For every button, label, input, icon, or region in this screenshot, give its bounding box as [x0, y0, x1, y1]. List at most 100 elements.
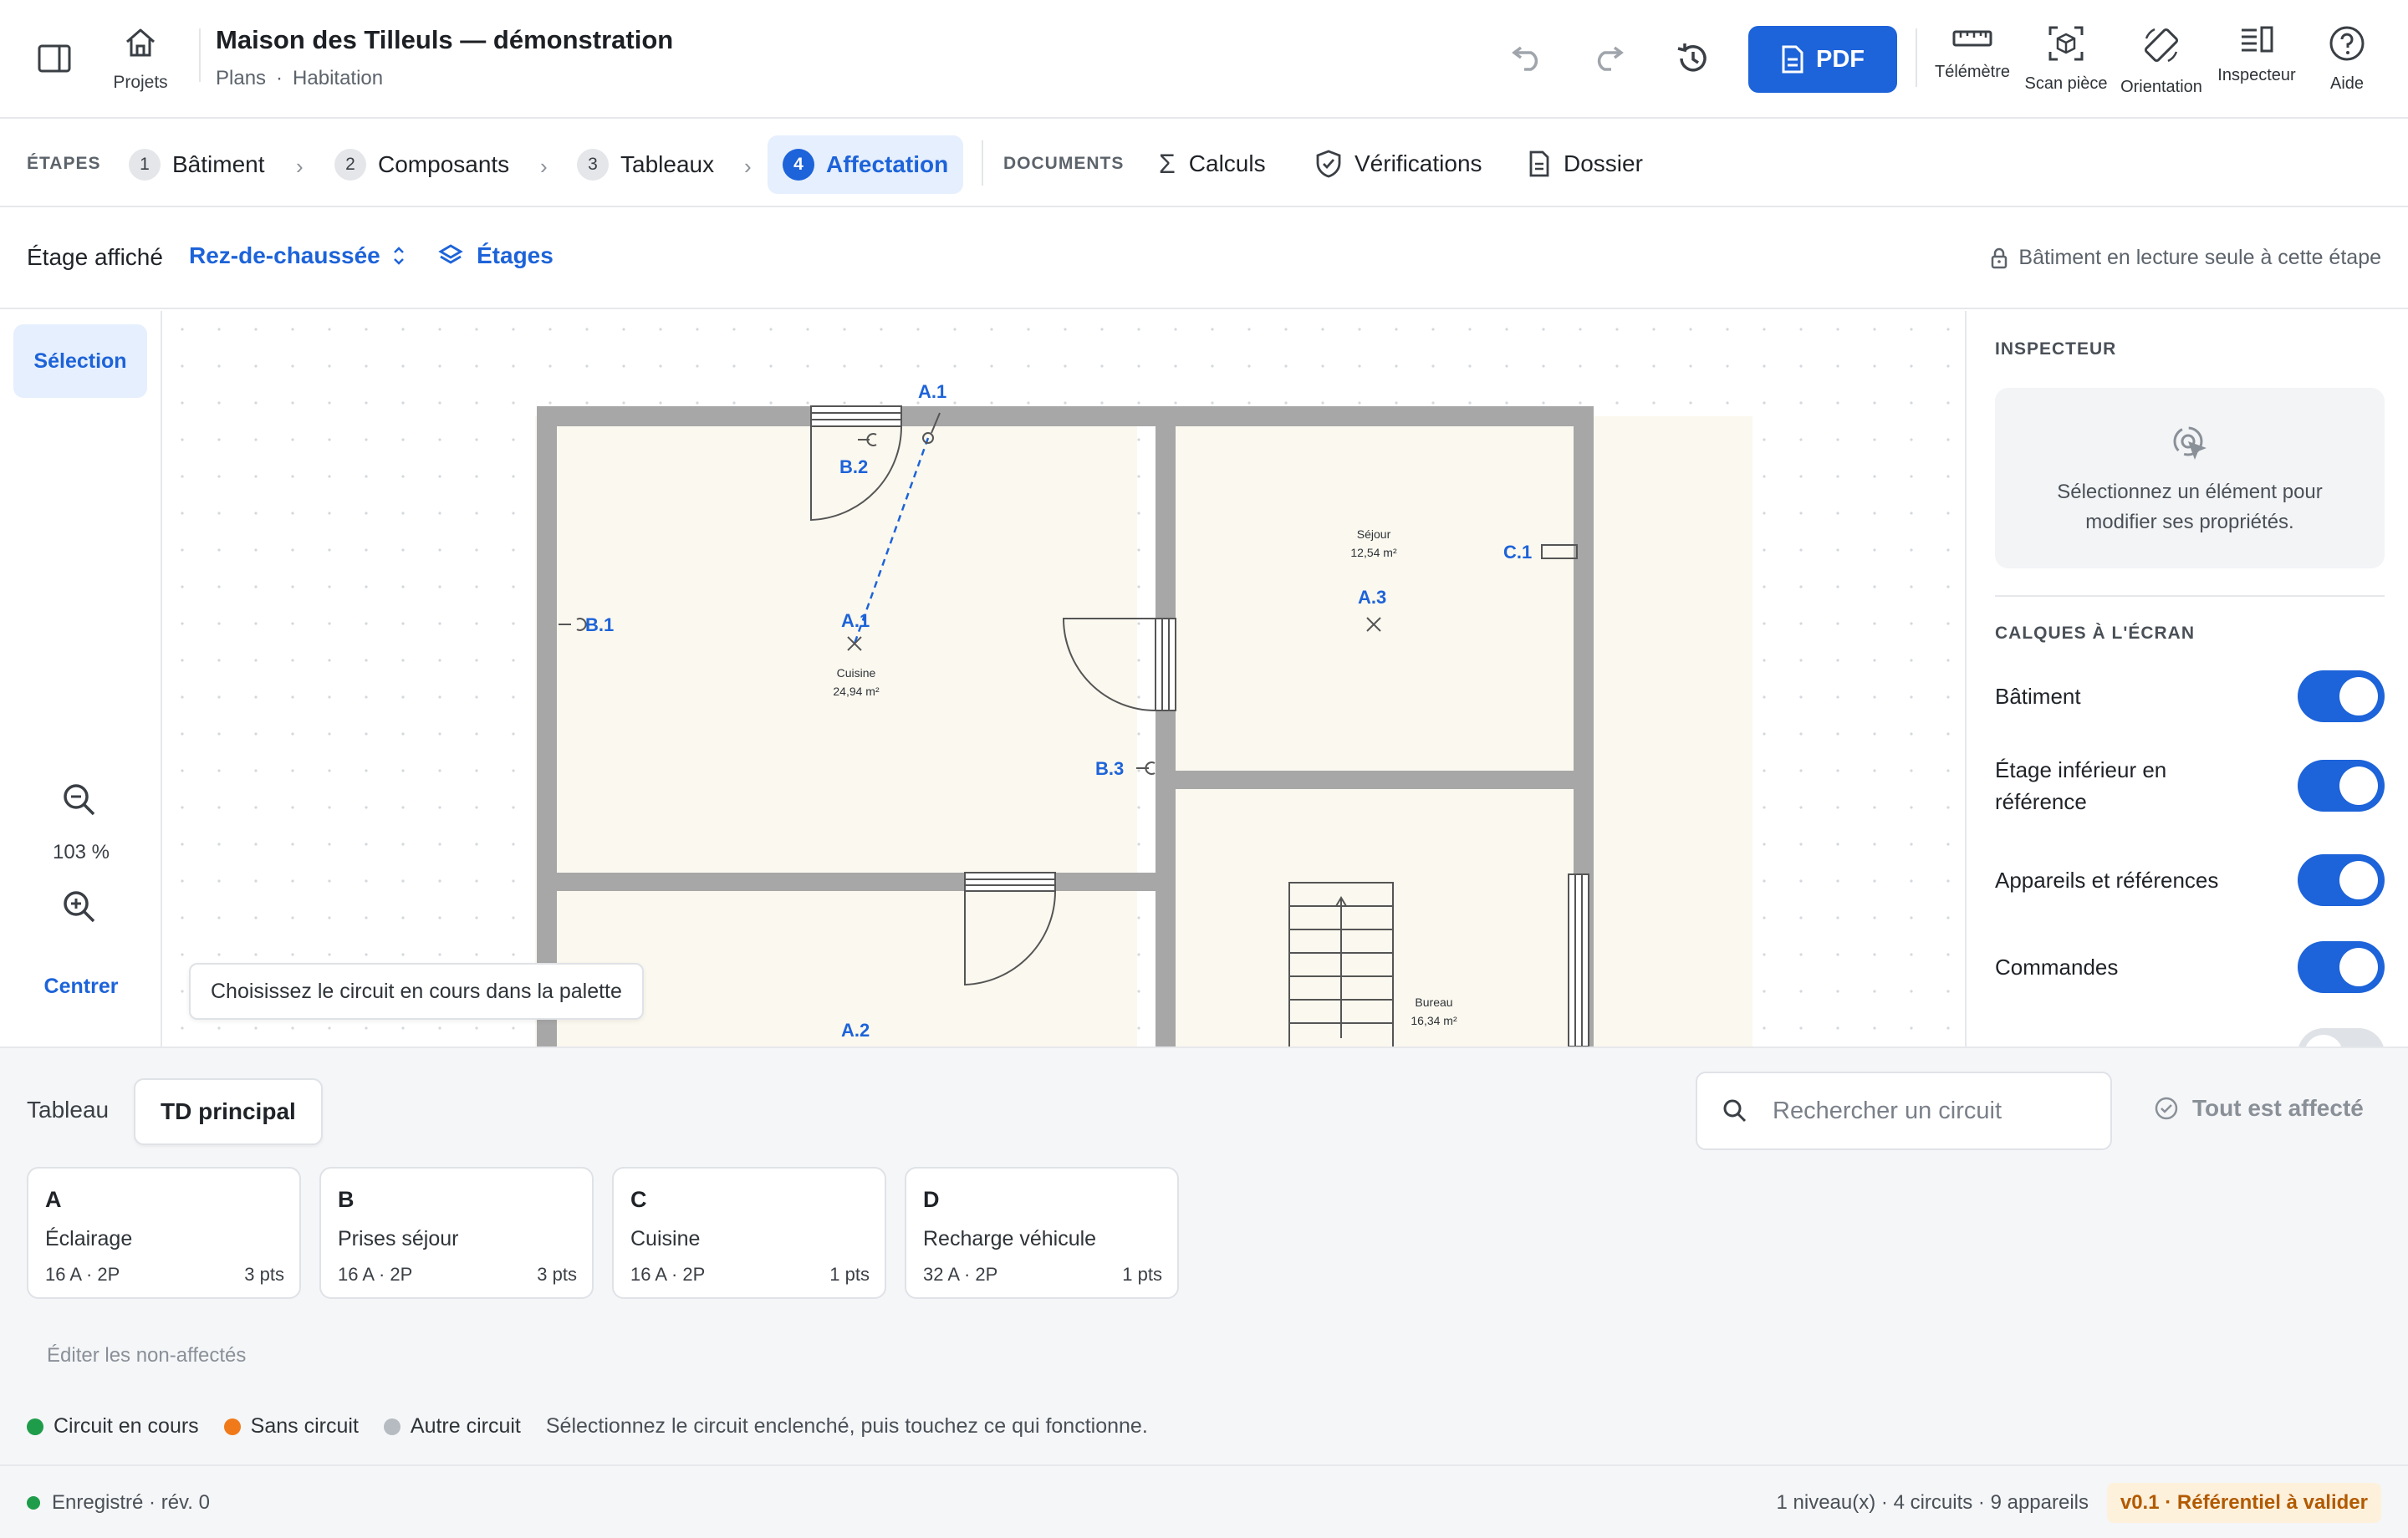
floor-plan-canvas[interactable]: Cuisine 24,94 m² Séjour 12,54 m² Bureau … — [164, 311, 1965, 1047]
circuit-card-d[interactable]: D Recharge véhicule 32 A · 2P 1 pts — [905, 1167, 1179, 1299]
doc-label: Vérifications — [1354, 150, 1482, 176]
search-icon — [1723, 1099, 1747, 1123]
layer-toggle[interactable] — [2298, 941, 2385, 993]
tool-room-scan[interactable]: Scan pièce — [2017, 25, 2115, 94]
doc-verifications[interactable]: Vérifications — [1316, 142, 1482, 186]
room-name: Bureau — [1415, 996, 1452, 1009]
tool-inspector[interactable]: Inspecteur — [2207, 25, 2306, 85]
zoom-out-button[interactable] — [60, 781, 99, 823]
history-button[interactable] — [1668, 33, 1718, 84]
center-view-button[interactable]: Centrer — [0, 975, 162, 999]
sidebar-toggle-button[interactable] — [32, 38, 77, 79]
documents-label: DOCUMENTS — [1003, 154, 1125, 173]
legend-help-text: Sélectionnez le circuit enclenché, puis … — [545, 1414, 1148, 1438]
breadcrumb: Plans · Habitation — [216, 67, 384, 89]
zoom-in-button[interactable] — [60, 888, 99, 930]
legend-dot — [27, 1418, 43, 1435]
edit-unassigned-link[interactable]: Éditer les non-affectés — [47, 1344, 246, 1367]
step-label: Tableaux — [620, 151, 715, 177]
circuit-letter: B — [338, 1187, 355, 1212]
document-icon — [1782, 45, 1803, 74]
tool-orientation[interactable]: Orientation — [2112, 25, 2211, 97]
step-composants[interactable]: 2 Composants — [319, 135, 524, 194]
circuit-card-b[interactable]: B Prises séjour 16 A · 2P 3 pts — [319, 1167, 594, 1299]
board-label: Tableau — [27, 1097, 110, 1123]
floor-plan: Cuisine 24,94 m² Séjour 12,54 m² Bureau … — [535, 381, 1752, 1047]
divider — [1916, 28, 1917, 87]
all-assigned-label: Tout est affecté — [2192, 1095, 2364, 1121]
redo-button[interactable] — [1584, 33, 1635, 84]
layer-toggle[interactable] — [2298, 670, 2385, 722]
floor-select[interactable]: Rez-de-chaussée — [189, 242, 406, 269]
legend-label: Circuit en cours — [54, 1414, 199, 1438]
tool-help[interactable]: Aide — [2298, 25, 2396, 94]
layer-toggle[interactable] — [2298, 854, 2385, 906]
room-area: 12,54 m² — [1350, 546, 1397, 559]
layer-row: Appareils et références — [1995, 854, 2385, 906]
circuit-card-c[interactable]: C Cuisine 16 A · 2P 1 pts — [612, 1167, 886, 1299]
layers-icon — [438, 244, 463, 264]
device-label[interactable]: A.1 — [918, 381, 946, 402]
steps-label: ÉTAPES — [27, 154, 101, 173]
circuit-spec: 16 A · 2P — [338, 1264, 413, 1285]
projects-button[interactable]: Projets — [100, 27, 181, 93]
layer-toggle[interactable] — [2298, 1028, 2385, 1047]
layer-row: Bâtiment — [1995, 670, 2385, 722]
zoom-in-icon — [64, 891, 95, 923]
step-affectation[interactable]: 4 Affectation — [768, 135, 964, 194]
selection-tool-button[interactable]: Sélection — [13, 324, 147, 398]
doc-dossier[interactable]: Dossier — [1528, 142, 1643, 186]
board-tab-td-principal[interactable]: TD principal — [134, 1078, 323, 1145]
rotate-device-icon — [2144, 28, 2179, 63]
circuit-palette: Tableau TD principal Tout est affecté A … — [0, 1047, 2408, 1464]
layer-name: Bâtiment — [1995, 684, 2081, 709]
circuit-spec: 32 A · 2P — [923, 1264, 998, 1285]
document-icon — [1529, 150, 1549, 177]
undo-button[interactable] — [1501, 33, 1551, 84]
project-counts: 1 niveau(x) · 4 circuits · 9 appareils — [1776, 1491, 2089, 1514]
layer-row: Commandes — [1995, 941, 2385, 993]
step-batiment[interactable]: 1 Bâtiment — [114, 135, 280, 194]
floors-button[interactable]: Étages — [438, 242, 554, 269]
breadcrumb-item[interactable]: Habitation — [293, 67, 383, 89]
tool-label: Télémètre — [1934, 63, 2011, 81]
layer-name: Étage inférieur en référence — [1995, 757, 2167, 814]
doc-label: Calculs — [1188, 150, 1266, 176]
circuit-points: 1 pts — [1122, 1264, 1162, 1285]
status-dot — [27, 1496, 40, 1510]
circuit-card-a[interactable]: A Éclairage 16 A · 2P 3 pts — [27, 1167, 301, 1299]
layer-toggle[interactable] — [2298, 760, 2385, 812]
device-label[interactable]: B.2 — [839, 456, 868, 477]
home-icon — [126, 28, 155, 57]
tool-label: Inspecteur — [2217, 66, 2296, 84]
tool-rangefinder[interactable]: Télémètre — [1923, 25, 2022, 82]
project-title: Maison des Tilleuls — démonstration — [216, 25, 674, 54]
device-label[interactable]: A.1 — [841, 610, 870, 631]
circuit-name: Éclairage — [45, 1227, 133, 1250]
device-label[interactable]: B.3 — [1095, 758, 1124, 779]
room-name: Séjour — [1357, 527, 1391, 541]
legend-dot — [383, 1418, 400, 1435]
circuit-search[interactable] — [1696, 1072, 2112, 1150]
step-tableaux[interactable]: 3 Tableaux — [562, 135, 729, 194]
device-label[interactable]: A.3 — [1358, 587, 1386, 608]
divider — [199, 28, 201, 82]
device-label[interactable]: B.1 — [585, 614, 614, 635]
pdf-export-button[interactable]: PDF — [1748, 26, 1897, 93]
layers-title: CALQUES À L'ÉCRAN — [1995, 624, 2195, 643]
search-input[interactable] — [1773, 1097, 2090, 1125]
chevron-right-icon: › — [744, 154, 752, 179]
breadcrumb-item[interactable]: Plans — [216, 67, 266, 89]
circuit-points: 3 pts — [537, 1264, 577, 1285]
device-label[interactable]: C.1 — [1503, 542, 1532, 563]
legend-label: Autre circuit — [410, 1414, 521, 1438]
floor-select-value: Rez-de-chaussée — [189, 242, 380, 268]
circuit-points: 3 pts — [244, 1264, 284, 1285]
doc-calculs[interactable]: Σ Calculs — [1159, 142, 1266, 186]
circuit-letter: A — [45, 1187, 62, 1212]
chevron-updown-icon — [393, 247, 404, 265]
step-number: 3 — [577, 149, 609, 181]
device-label[interactable]: A.2 — [841, 1020, 870, 1041]
sigma-icon: Σ — [1159, 148, 1176, 179]
left-toolbar: Sélection 103 % Centrer — [0, 311, 162, 1047]
